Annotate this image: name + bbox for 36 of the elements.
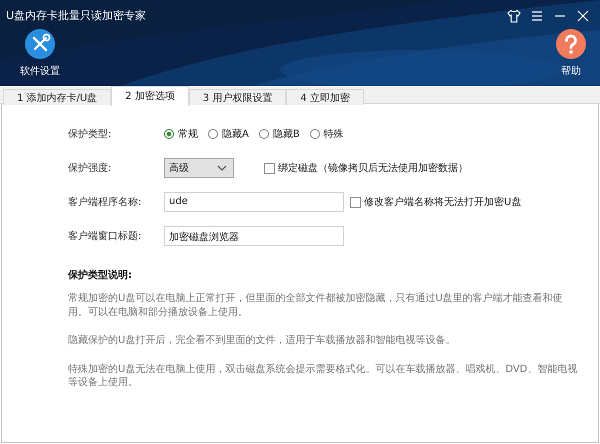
toolbar-label[interactable]: 帮助: [561, 64, 581, 78]
tab[interactable]: 3 用户权限设置: [188, 89, 286, 105]
radio-label: 隐藏B: [272, 128, 300, 141]
radio-button[interactable]: [208, 129, 218, 139]
tools-icon[interactable]: [25, 29, 55, 59]
chevron-icon[interactable]: [217, 165, 227, 171]
field-label: 保护类型:: [68, 128, 112, 141]
close-icon[interactable]: [576, 8, 590, 22]
section-heading: 保护类型说明:: [68, 268, 133, 282]
checkbox[interactable]: [350, 196, 361, 208]
shirt-icon[interactable]: [507, 8, 521, 22]
tab[interactable]: 4 立即加密: [286, 89, 364, 105]
input-field[interactable]: ude: [164, 192, 344, 212]
checkbox-label: 绑定磁盘（镜像拷贝后无法使用加密数据）: [278, 162, 468, 175]
radio-label: 特殊: [324, 128, 344, 141]
help-icon[interactable]: [556, 29, 586, 59]
description-text: 特殊加密的U盘无法在电脑上使用，双击磁盘系统会提示需要格式化。可以在车载播放器、唱戏机、DVD、智能电视等设备上使用。: [68, 362, 578, 390]
field-label: 保护强度:: [68, 162, 112, 175]
dropdown[interactable]: 高级: [164, 158, 234, 178]
window-title: U盘内存卡批量只读加密专家: [6, 8, 146, 23]
description-text: 常规加密的U盘可以在电脑上正常打开，但里面的全部文件都被加密隐藏，只有通过U盘里的客户端才能查看和使用。可以在电脑和部分播放设备上使用。: [68, 292, 564, 319]
radio-label: 隐藏A: [222, 128, 249, 141]
radio-button[interactable]: [258, 129, 269, 139]
tab[interactable]: 2 加密选项: [111, 86, 189, 106]
radio-label: 常规: [178, 128, 198, 141]
field-label: 客户端窗口标题:: [68, 230, 142, 243]
tab[interactable]: 1 添加内存卡/U盘: [3, 89, 112, 105]
radio-button[interactable]: [310, 129, 320, 139]
input-field[interactable]: 加密磁盘浏览器: [164, 226, 344, 246]
checkbox-label: 修改客户端名称将无法打开加密U盘: [364, 196, 522, 209]
menu-icon[interactable]: [530, 8, 544, 22]
toolbar-label[interactable]: 软件设置: [20, 64, 60, 78]
description-text: 隐藏保护的U盘打开后，完全看不到里面的文件，适用于车载播放器和智能电视等设备。: [68, 334, 456, 348]
field-label: 客户端程序名称:: [68, 196, 142, 209]
checkbox[interactable]: [264, 162, 275, 174]
radio-button[interactable]: [164, 129, 174, 139]
